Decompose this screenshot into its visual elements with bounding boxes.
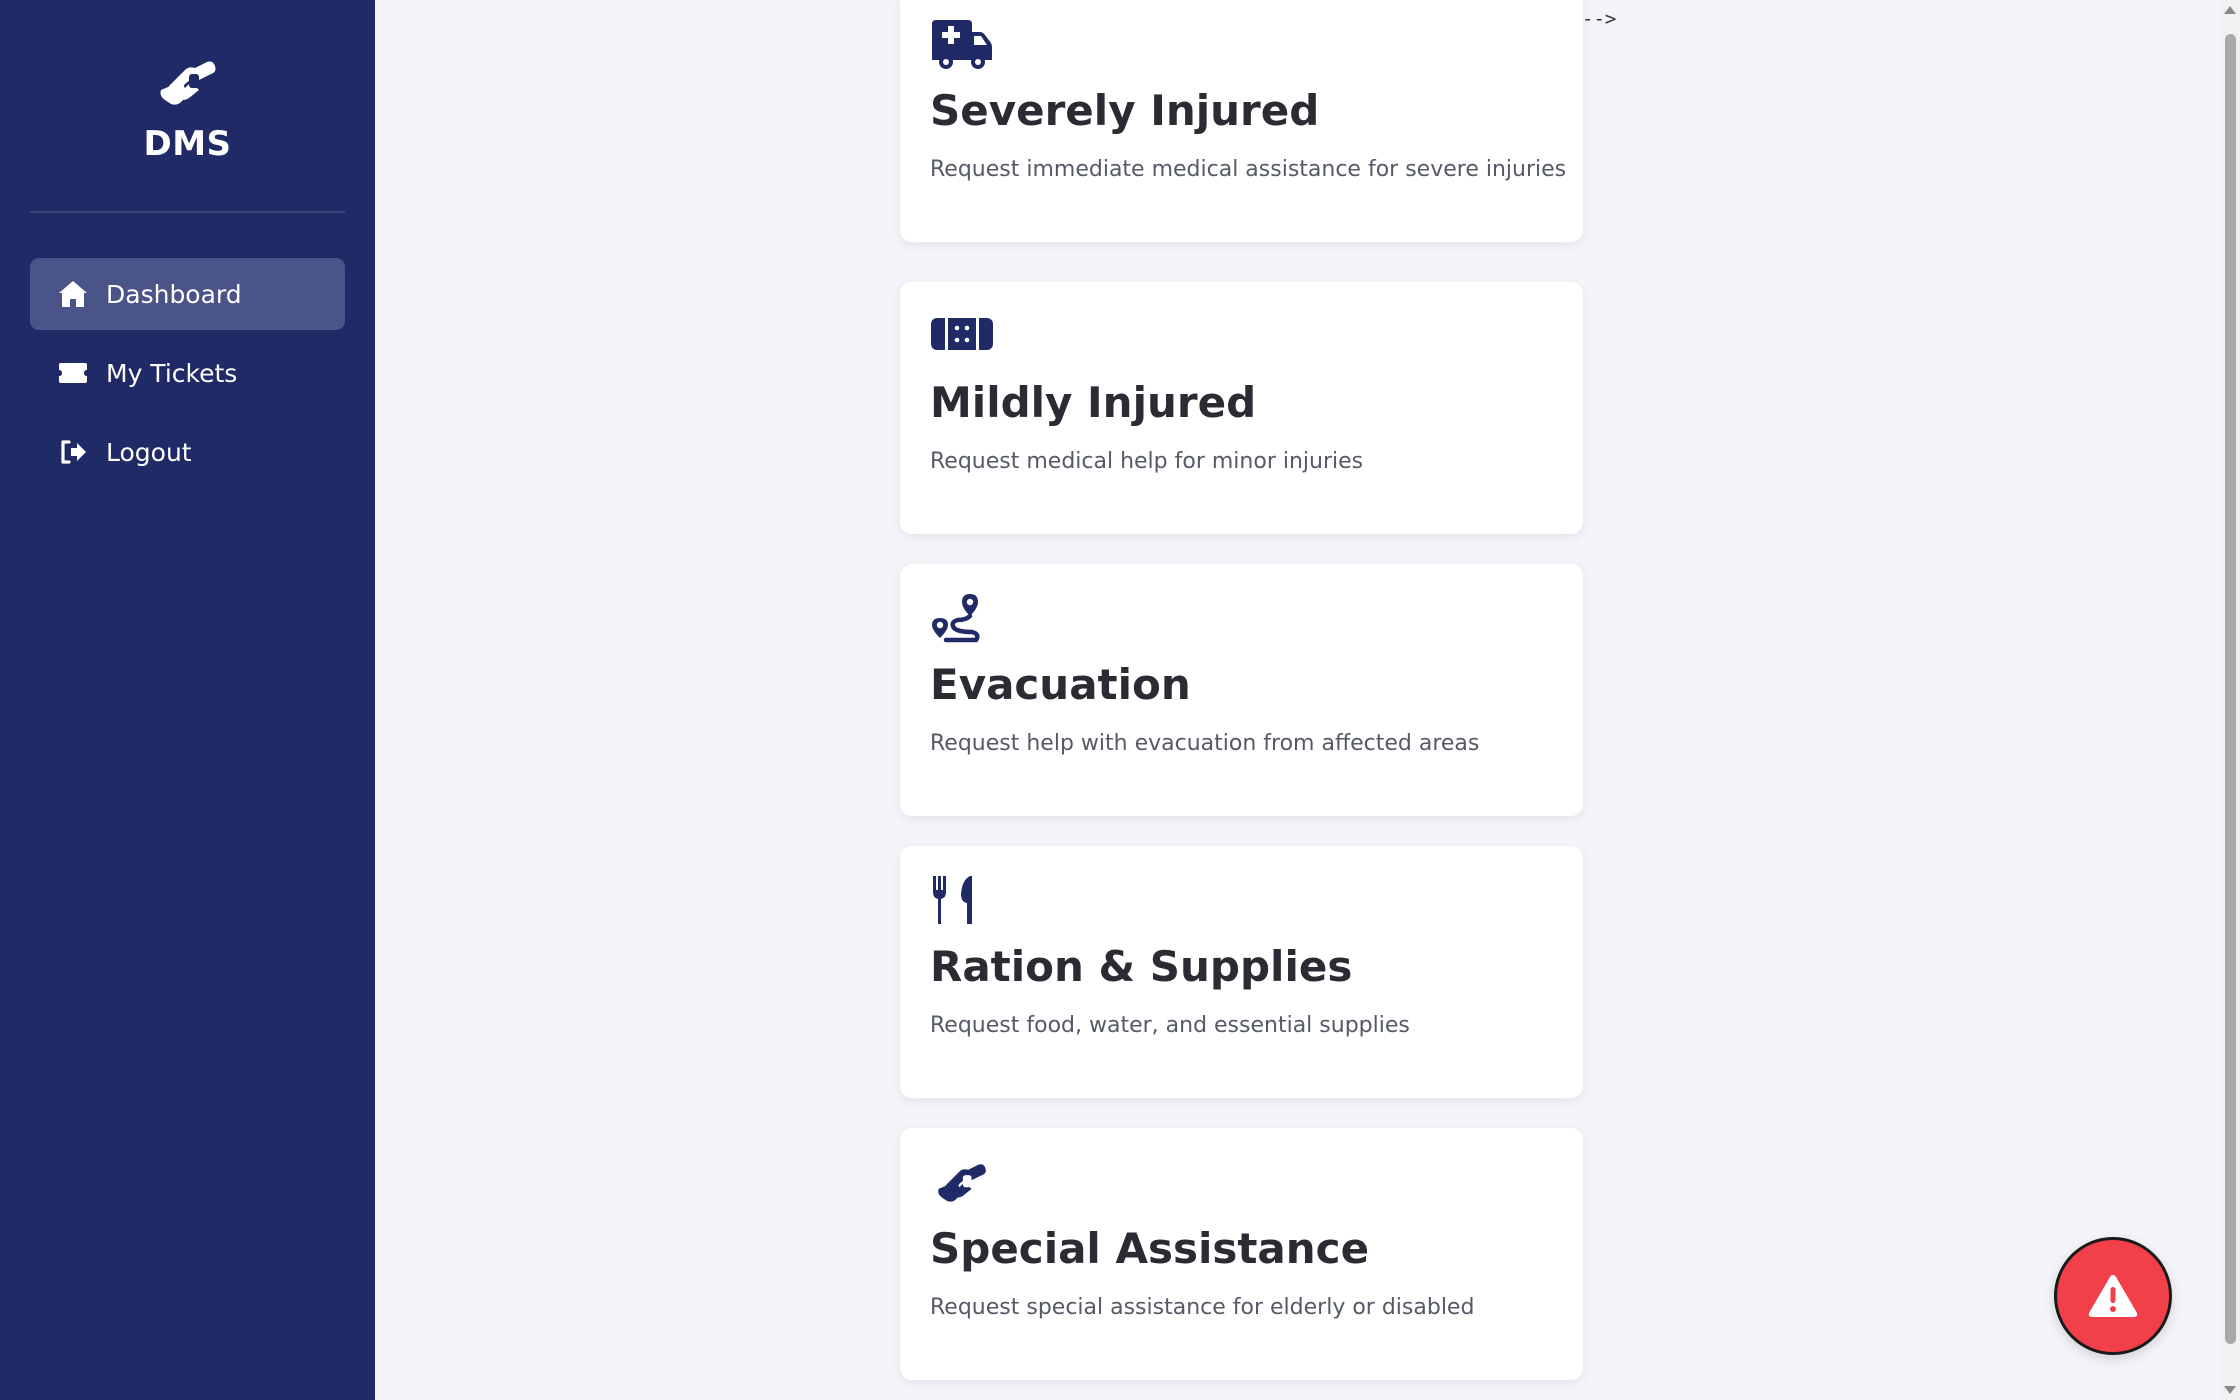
card-description: Request food, water, and essential suppl… — [930, 1013, 1410, 1038]
sidebar-item-dashboard[interactable]: Dashboard — [30, 258, 345, 330]
sidebar-item-label: Logout — [106, 437, 192, 467]
card-ration-supplies[interactable]: Ration & Supplies Request food, water, a… — [900, 846, 1583, 1098]
card-title: Ration & Supplies — [930, 942, 1353, 991]
main-content: Severely Injured Request immediate medic… — [375, 0, 2220, 1400]
utensils-icon — [933, 876, 972, 924]
route-icon — [932, 594, 980, 643]
card-description: Request immediate medical assistance for… — [930, 157, 1567, 182]
stray-comment-text: --> — [1582, 8, 1617, 30]
home-icon — [58, 279, 88, 309]
warning-icon — [2088, 1275, 2138, 1317]
logout-icon — [58, 437, 88, 467]
sidebar-item-my-tickets[interactable]: My Tickets — [30, 337, 345, 409]
card-description: Request help with evacuation from affect… — [930, 731, 1480, 756]
handshake-icon — [160, 61, 215, 105]
sidebar-item-logout[interactable]: Logout — [30, 416, 345, 488]
card-title: Severely Injured — [930, 86, 1320, 135]
card-description: Request medical help for minor injuries — [930, 449, 1364, 474]
brand: DMS — [0, 52, 375, 164]
sidebar: DMS Dashboard My Tickets Logout — [0, 0, 375, 1400]
scroll-down-arrow-icon[interactable] — [2224, 1386, 2236, 1394]
card-special-assistance[interactable]: Special Assistance Request special assis… — [900, 1128, 1583, 1380]
bandage-icon — [931, 318, 993, 350]
brand-name: DMS — [143, 124, 232, 164]
scroll-up-arrow-icon[interactable] — [2224, 6, 2236, 14]
emergency-button[interactable] — [2054, 1237, 2172, 1355]
scrollbar-thumb[interactable] — [2225, 34, 2236, 1344]
sidebar-item-label: Dashboard — [106, 279, 242, 309]
sidebar-item-label: My Tickets — [106, 358, 238, 388]
card-title: Evacuation — [930, 660, 1191, 709]
card-title: Special Assistance — [930, 1224, 1370, 1273]
card-description: Request special assistance for elderly o… — [930, 1295, 1475, 1320]
handshake-icon — [938, 1164, 986, 1202]
vertical-scrollbar[interactable] — [2220, 0, 2240, 1400]
card-mildly-injured[interactable]: Mildly Injured Request medical help for … — [900, 282, 1583, 534]
sidebar-divider — [30, 211, 345, 213]
ambulance-icon — [932, 20, 992, 69]
card-evacuation[interactable]: Evacuation Request help with evacuation … — [900, 564, 1583, 816]
card-title: Mildly Injured — [930, 378, 1257, 427]
card-severely-injured[interactable]: Severely Injured Request immediate medic… — [900, 0, 1583, 242]
ticket-icon — [58, 358, 88, 388]
